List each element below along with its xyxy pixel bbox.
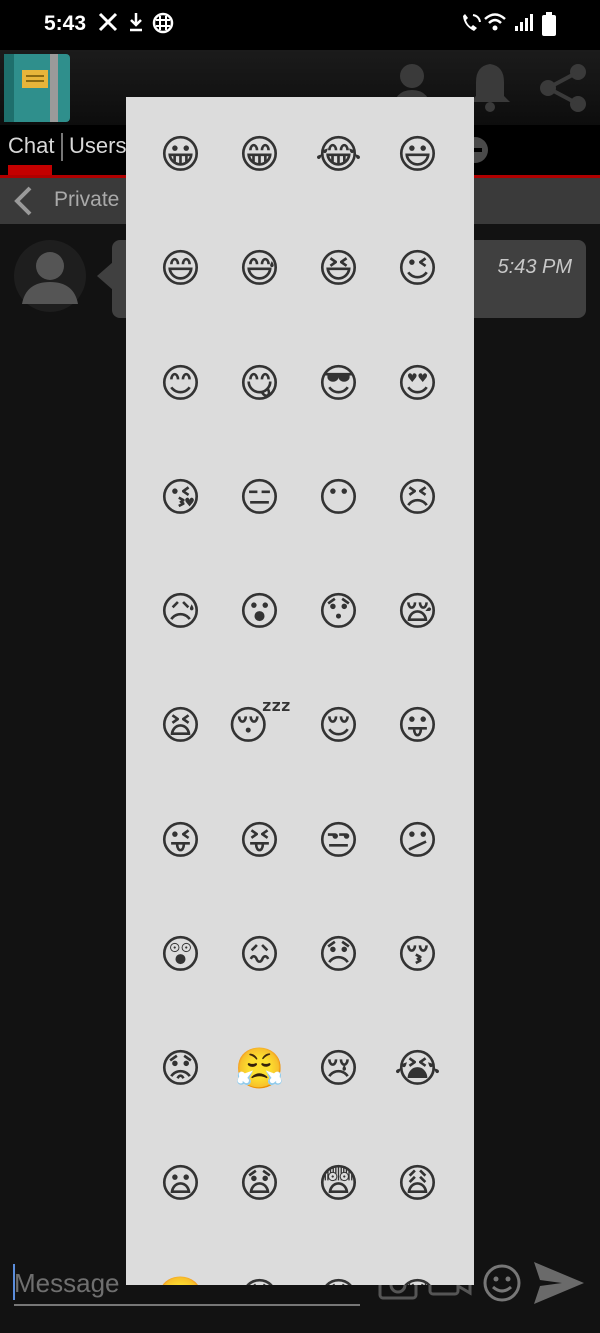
message-time: 5:43 PM — [497, 256, 572, 278]
emoji-item[interactable]: 😍 — [378, 354, 457, 414]
emoji-item[interactable]: 😅 — [220, 239, 299, 299]
download-icon — [128, 12, 144, 37]
status-bar: 5:43 — [0, 0, 600, 50]
emoji-item[interactable]: 😯 — [299, 582, 378, 642]
emoji-item[interactable]: 😰 — [220, 1268, 299, 1285]
emoji-picker-panel[interactable]: 😀 😁 😂 😃 😄 😅 😆 😉 😊 😋 😎 😍 😘 😑 😶 😣 😥 😮 😯 😪 😫 😴 😌 😛 😜 😝 😒 😕 😲 😖 😞 😚 😟 😤 😢 😭 😦 😧 😨 😩… — [126, 97, 474, 1285]
send-icon[interactable] — [532, 1260, 586, 1310]
text-caret — [13, 1264, 15, 1300]
message-bubble-tail — [97, 262, 113, 290]
wifi-calling-icon — [460, 12, 482, 39]
emoji-item[interactable]: 😩 — [378, 1154, 457, 1214]
emoji-item[interactable]: 😃 — [378, 125, 457, 185]
private-chat-label: Private — [54, 188, 120, 211]
emoji-item[interactable]: 😂 — [299, 125, 378, 185]
emoji-item[interactable]: 😒 — [299, 811, 378, 871]
emoji-item[interactable]: 😲 — [141, 925, 220, 985]
emoji-item[interactable]: 😀 — [141, 125, 220, 185]
avatar[interactable] — [14, 240, 86, 312]
emoji-item[interactable]: 😎 — [299, 354, 378, 414]
emoji-item[interactable]: 😊 — [141, 354, 220, 414]
emoji-item[interactable]: 😛 — [378, 696, 457, 756]
emoji-item[interactable]: 😣 — [378, 468, 457, 528]
emoji-item[interactable]: 😫 — [141, 696, 220, 756]
tab-users[interactable]: Users — [69, 133, 126, 159]
back-chevron-icon[interactable] — [12, 186, 34, 220]
emoji-item[interactable]: 😕 — [378, 811, 457, 871]
emoji-item[interactable]: 😌 — [299, 696, 378, 756]
emoji-item[interactable]: 😦 — [141, 1154, 220, 1214]
status-time: 5:43 — [44, 12, 87, 35]
emoji-item[interactable]: 😢 — [299, 1039, 378, 1099]
x-logo-icon — [98, 12, 118, 37]
grid-app-icon — [152, 12, 174, 39]
emoji-item[interactable]: 😨 — [299, 1154, 378, 1214]
emoji-item[interactable]: 😜 — [141, 811, 220, 871]
tab-divider — [61, 133, 63, 161]
emoji-smiley-icon[interactable] — [482, 1263, 522, 1307]
emoji-item[interactable]: 😖 — [220, 925, 299, 985]
emoji-item[interactable]: 😴 — [220, 696, 299, 756]
emoji-item[interactable]: 😁 — [220, 125, 299, 185]
emoji-item[interactable]: 😬 — [141, 1268, 220, 1285]
emoji-item[interactable]: 😪 — [378, 582, 457, 642]
emoji-item[interactable]: 😳 — [378, 1268, 457, 1285]
emoji-item[interactable]: 😱 — [299, 1268, 378, 1285]
signal-icon — [514, 12, 534, 37]
emoji-item[interactable]: 😶 — [299, 468, 378, 528]
tab-chat[interactable]: Chat — [8, 133, 54, 159]
emoji-item[interactable]: 😧 — [220, 1154, 299, 1214]
emoji-item[interactable]: 😟 — [141, 1039, 220, 1099]
battery-icon — [542, 12, 556, 41]
emoji-grid: 😀 😁 😂 😃 😄 😅 😆 😉 😊 😋 😎 😍 😘 😑 😶 😣 😥 😮 😯 😪 😫 😴 😌 😛 😜 😝 😒 😕 😲 😖 😞 😚 😟 😤 😢 😭 😦 😧 😨 😩… — [141, 125, 461, 1285]
emoji-item[interactable]: 😉 — [378, 239, 457, 299]
emoji-item[interactable]: 😝 — [220, 811, 299, 871]
emoji-item[interactable]: 😋 — [220, 354, 299, 414]
emoji-item[interactable]: 😄 — [141, 239, 220, 299]
app-logo-notebook-icon[interactable] — [2, 52, 72, 122]
emoji-item[interactable]: 😑 — [220, 468, 299, 528]
wifi-icon — [484, 12, 506, 37]
emoji-item[interactable]: 😥 — [141, 582, 220, 642]
emoji-item[interactable]: 😤 — [220, 1039, 299, 1099]
emoji-item[interactable]: 😚 — [378, 925, 457, 985]
app-screen: 5:43 Chat Users Private 5:43 PM Message … — [0, 0, 600, 1333]
share-icon[interactable] — [538, 62, 590, 118]
tab-chat-indicator — [8, 165, 52, 175]
bell-icon[interactable] — [470, 62, 510, 116]
emoji-item[interactable]: 😘 — [141, 468, 220, 528]
emoji-item[interactable]: 😞 — [299, 925, 378, 985]
emoji-item[interactable]: 😮 — [220, 582, 299, 642]
emoji-item[interactable]: 😆 — [299, 239, 378, 299]
emoji-item[interactable]: 😭 — [378, 1039, 457, 1099]
